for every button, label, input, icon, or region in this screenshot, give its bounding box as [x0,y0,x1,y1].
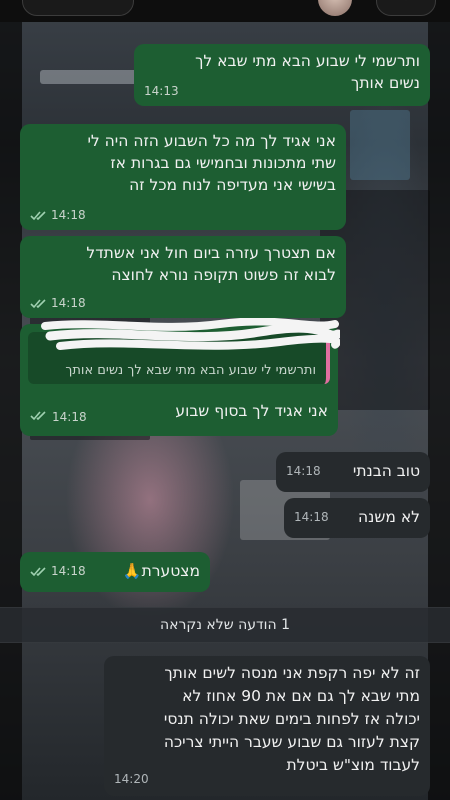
scribble-redaction [41,318,340,350]
message-bubble-outgoing[interactable]: ותרשמי לי שבוע הבא מתי שבא לך נשים אותך … [134,44,430,106]
message-time: 14:18 [294,510,329,524]
message-text: אם תצטרך עזרה ביום חול אני אשתדל לבוא זה… [86,244,336,284]
reply-body [20,404,338,434]
message-text: ותרשמי לי שבוע הבא מתי שבא לך נשים אותך [195,52,420,92]
message-meta: 14:18 [294,506,329,528]
message-meta: 14:18 [30,292,86,314]
message-bubble-incoming[interactable]: טוב הבנתי 14:18 [276,452,430,492]
message-meta: 14:18 [30,204,86,226]
message-time: 14:18 [51,296,86,310]
wallpaper-edge-right [428,0,450,800]
unread-messages-divider: 1 הודעה שלא נקראה [0,607,450,643]
message-bubble-outgoing[interactable]: אם תצטרך עזרה ביום חול אני אשתדל לבוא זה… [20,236,346,318]
message-text: זה לא יפה רקפת אני מנסה לשים אותך מתי שב… [163,664,420,774]
message-meta: 14:20 [114,768,149,790]
contact-avatar[interactable] [318,0,352,16]
back-button[interactable] [376,0,436,16]
message-text-body: מצטערת [141,562,200,580]
quoted-message-text: ותרשמי לי שבוע הבא מתי שבא לך נשים אותך [65,363,316,378]
message-text: אני אגיד לך מה כל השבוע הזה היה לי שתי מ… [87,132,336,194]
double-check-icon [30,566,48,577]
call-actions-button[interactable] [22,0,134,16]
message-time: 14:13 [144,84,179,98]
message-meta: 14:18 [30,560,86,582]
message-meta: 14:18 [286,460,321,482]
message-bubble-outgoing[interactable]: אני אגיד לך מה כל השבוע הזה היה לי שתי מ… [20,124,346,230]
double-check-icon [30,410,48,421]
message-time: 14:18 [286,464,321,478]
message-meta: 14:13 [144,80,179,102]
double-check-icon [30,210,48,221]
message-time: 14:18 [51,564,86,578]
praying-hands-icon: 🙏 [122,562,142,580]
chat-header [0,0,450,22]
double-check-icon [30,298,48,309]
message-bubble-outgoing[interactable]: מצטערת🙏 14:18 [20,552,210,592]
message-bubble-incoming[interactable]: זה לא יפה רקפת אני מנסה לשים אותך מתי שב… [104,656,430,796]
message-bubble-incoming[interactable]: לא משנה 14:18 [284,498,430,538]
message-time: 14:20 [114,772,149,786]
unread-divider-label: 1 הודעה שלא נקראה [160,617,290,633]
message-time: 14:18 [51,208,86,222]
wallpaper-edge-left [0,0,22,800]
